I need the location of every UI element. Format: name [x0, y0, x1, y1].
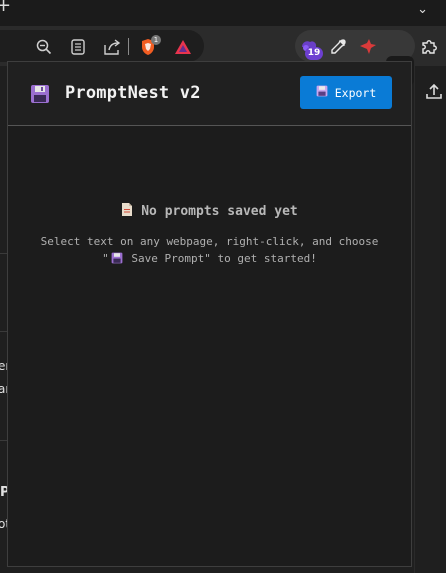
promptnest-popup: PromptNest v2 Export No prompts saved ye…: [7, 61, 412, 567]
browser-toolbar: P: [0, 26, 446, 86]
zoom-out-icon[interactable]: [35, 38, 53, 56]
puzzle-icon[interactable]: [420, 38, 438, 56]
export-label: Export: [334, 85, 377, 100]
empty-state-description: Select text on any webpage, right-click,…: [40, 233, 380, 267]
share-icon[interactable]: [103, 38, 121, 56]
new-tab-button[interactable]: +: [0, 0, 16, 16]
tab-list-chevron-icon[interactable]: ⌄: [417, 2, 428, 17]
brave-rewards-icon[interactable]: [174, 38, 192, 56]
floppy-disk-icon: [111, 252, 123, 264]
eyedropper-icon[interactable]: [329, 38, 347, 56]
empty-desc-text: " to get started!: [204, 252, 317, 265]
floppy-disk-icon: [30, 84, 50, 104]
upload-icon[interactable]: [425, 82, 443, 100]
empty-state-title: No prompts saved yet: [141, 204, 298, 219]
save-prompt-label: Save Prompt: [131, 252, 205, 265]
popup-header: PromptNest v2 Export: [8, 62, 411, 126]
export-button[interactable]: Export: [300, 76, 392, 109]
floppy-disk-icon: [316, 85, 328, 100]
red-bird-icon[interactable]: [359, 38, 377, 56]
popup-title: PromptNest v2: [65, 83, 201, 103]
tab-strip: + ⌄: [0, 0, 446, 26]
empty-state: No prompts saved yet Select text on any …: [8, 202, 411, 267]
brave-shields-badge: 1: [151, 35, 161, 45]
extension-badge: 19: [305, 47, 323, 60]
page-icon: [121, 202, 133, 221]
side-panel-divider: [414, 60, 415, 573]
toolbar-separator: [128, 38, 129, 55]
reader-mode-icon[interactable]: [69, 38, 87, 56]
